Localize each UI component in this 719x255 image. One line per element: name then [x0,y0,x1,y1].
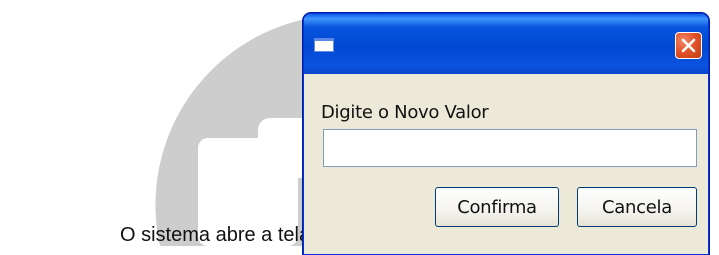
caption-text: O sistema abre a tela [120,224,311,246]
prompt-label: Digite o Novo Valor [321,102,489,123]
new-value-input[interactable] [323,129,697,167]
cancel-button[interactable]: Cancela [577,187,697,227]
close-button[interactable] [675,32,702,59]
window-icon [314,38,334,52]
dialog-titlebar[interactable] [304,14,708,74]
input-dialog: Digite o Novo Valor Confirma Cancela [303,13,709,255]
confirm-button[interactable]: Confirma [435,187,559,227]
close-icon [681,38,696,53]
dialog-body: Digite o Novo Valor Confirma Cancela [307,74,705,254]
